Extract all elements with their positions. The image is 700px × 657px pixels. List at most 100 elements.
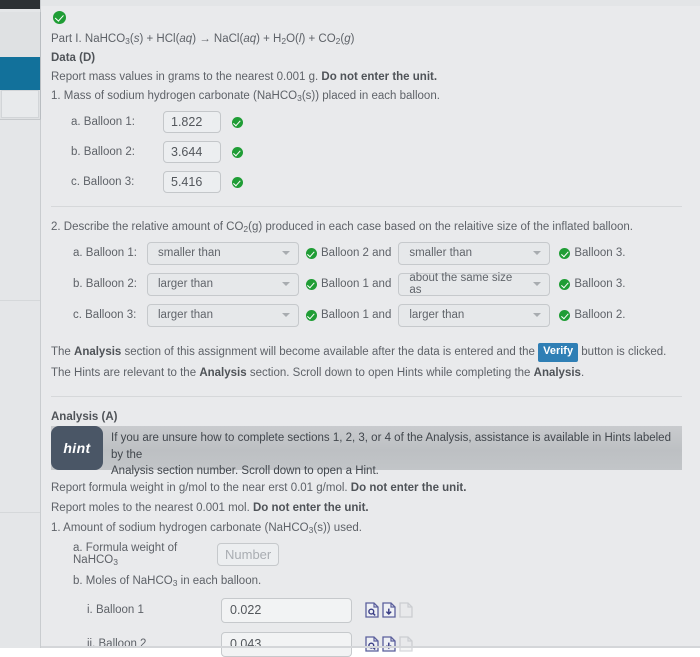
select-balloon-3-compare-1[interactable]: larger than bbox=[147, 303, 299, 327]
instr1-bold: Do not enter the unit. bbox=[350, 482, 467, 495]
comparison-mid-text: Balloon 1 and bbox=[306, 309, 391, 321]
hint-badge[interactable]: hint bbox=[51, 426, 103, 471]
moles-row: ii. Balloon 2 0.043 bbox=[51, 631, 682, 657]
comparison-mid-text: Balloon 1 and bbox=[306, 278, 391, 290]
mass-input-balloon-1[interactable]: 1.822 bbox=[163, 111, 221, 134]
mass-row-label: c. Balloon 3: bbox=[71, 176, 135, 189]
green-check-icon bbox=[306, 278, 317, 290]
chevron-down-icon bbox=[533, 282, 542, 287]
mid-label: Balloon 2 and bbox=[321, 247, 392, 260]
part-label: Part I. bbox=[51, 33, 82, 45]
select-value: about the same size as bbox=[409, 272, 513, 297]
formula-weight-input[interactable]: Number bbox=[217, 543, 279, 567]
moles-row-label: ii. Balloon 2 bbox=[87, 638, 147, 651]
notice-l1-c: section of this assignment will become a… bbox=[121, 345, 539, 358]
green-check-icon bbox=[232, 146, 243, 158]
mass-row: a. Balloon 1: 1.822 bbox=[51, 111, 682, 134]
green-check-icon bbox=[559, 247, 571, 259]
part-equation: Part I. NaHCO3(s) + HCl(aq) → NaCl(aq) +… bbox=[51, 33, 355, 46]
verify-button-badge[interactable]: Verify bbox=[538, 342, 579, 362]
moles-prompt: b. Moles of NaHCO3 in each balloon. bbox=[51, 573, 682, 590]
formula-weight-row: a. Formula weight of NaHCO3 Number bbox=[51, 542, 682, 567]
select-balloon-2-compare-1[interactable]: larger than bbox=[147, 272, 299, 296]
select-value: larger than bbox=[158, 309, 213, 322]
comparison-end-text: Balloon 3. bbox=[559, 247, 626, 260]
sub-2b: 2 bbox=[335, 35, 341, 46]
select-value: smaller than bbox=[409, 247, 472, 260]
select-value: larger than bbox=[158, 278, 213, 291]
notice-line-2: The Hints are relevant to the Analysis s… bbox=[51, 365, 682, 382]
formula-weight-label: a. Formula weight of NaHCO3 bbox=[51, 542, 217, 567]
green-check-icon bbox=[559, 309, 571, 321]
moles-input-balloon-2[interactable]: 0.043 bbox=[221, 631, 352, 657]
end-label: Balloon 2. bbox=[574, 309, 626, 322]
green-check-icon bbox=[306, 247, 317, 259]
chevron-down-icon bbox=[282, 313, 290, 318]
mass-row: c. Balloon 3: 5.416 bbox=[51, 171, 682, 194]
section-divider bbox=[51, 206, 682, 208]
end-label: Balloon 3. bbox=[574, 247, 626, 260]
comparison-row: c. Balloon 3: larger than Balloon 1 and … bbox=[51, 303, 682, 327]
mid-label: Balloon 1 and bbox=[321, 309, 392, 322]
mass-row-label: b. Balloon 2: bbox=[71, 146, 135, 159]
q1-pre: 1. Mass of sodium hydrogen carbonate (Na… bbox=[51, 90, 298, 103]
doc-download-icon[interactable] bbox=[382, 602, 396, 618]
notice-l2-e: . bbox=[580, 366, 585, 379]
moles-row-icons bbox=[365, 636, 413, 652]
select-value: smaller than bbox=[158, 247, 221, 260]
mass-rows: a. Balloon 1: 1.822 b. Balloon 2: 3.644 … bbox=[51, 111, 682, 194]
sub-3: 3 bbox=[125, 35, 130, 46]
question-2-prompt: 2. Describe the relative amount of CO2(g… bbox=[51, 219, 682, 236]
notice-l1-a: The bbox=[51, 345, 75, 358]
comparison-end-text: Balloon 2. bbox=[559, 309, 626, 322]
doc-download-icon[interactable] bbox=[382, 636, 396, 652]
content-top-strip bbox=[41, 0, 700, 6]
comparison-row: a. Balloon 1: smaller than Balloon 2 and… bbox=[51, 241, 682, 265]
green-check-icon bbox=[306, 309, 317, 321]
doc-search-icon[interactable] bbox=[365, 602, 379, 618]
moles-pre: b. Moles of NaHCO bbox=[73, 575, 173, 588]
hint-line-2: Analysis section number. Scroll down to … bbox=[111, 464, 379, 477]
analysis-question-1-prompt: 1. Amount of sodium hydrogen carbonate (… bbox=[51, 520, 682, 537]
assignment-page: Part I. NaHCO3(s) + HCl(aq) → NaCl(aq) +… bbox=[0, 0, 700, 657]
mass-instruction: Report mass values in grams to the neare… bbox=[51, 69, 682, 86]
moles-row-label: i. Balloon 1 bbox=[87, 604, 144, 617]
doc-blank-icon bbox=[399, 602, 413, 618]
moles-instruction: Report moles to the nearest 0.001 mol. D… bbox=[51, 500, 682, 517]
select-balloon-1-compare-1[interactable]: smaller than bbox=[147, 241, 299, 265]
hint-line-1: If you are unsure how to complete sectio… bbox=[111, 432, 671, 461]
mass-input-balloon-2[interactable]: 3.644 bbox=[163, 141, 221, 164]
mass-input-balloon-3[interactable]: 5.416 bbox=[163, 171, 221, 194]
green-check-icon bbox=[559, 278, 571, 290]
fw-label-sub: 3 bbox=[113, 557, 118, 568]
select-balloon-1-compare-2[interactable]: smaller than bbox=[398, 241, 551, 265]
comparison-mid-text: Balloon 2 and bbox=[306, 247, 391, 259]
chevron-down-icon bbox=[282, 282, 290, 287]
moles-row-icons bbox=[365, 602, 413, 618]
sidebar-divider bbox=[0, 300, 40, 301]
sidebar-divider bbox=[0, 512, 40, 513]
select-balloon-3-compare-2[interactable]: larger than bbox=[398, 303, 551, 327]
question-1-prompt: 1. Mass of sodium hydrogen carbonate (Na… bbox=[51, 88, 682, 105]
doc-search-icon[interactable] bbox=[365, 636, 379, 652]
instr1-plain: Report formula weight in g/mol to the ne… bbox=[51, 482, 351, 495]
notice-l2-d: Analysis bbox=[533, 366, 581, 379]
comparison-row-label: c. Balloon 3: bbox=[73, 309, 137, 322]
moles-row: i. Balloon 1 0.022 bbox=[51, 597, 682, 623]
instr2-plain: Report moles to the nearest 0.001 mol. bbox=[51, 501, 253, 514]
section-verified-row bbox=[53, 10, 682, 28]
moles-input-balloon-1[interactable]: 0.022 bbox=[221, 597, 352, 623]
notice-l2-a: The Hints are relevant to the bbox=[51, 366, 200, 379]
aq1-pre: 1. Amount of sodium hydrogen carbonate (… bbox=[51, 521, 309, 534]
comparison-end-text: Balloon 3. bbox=[559, 278, 626, 290]
mass-instruction-plain: Report mass values in grams to the neare… bbox=[51, 70, 319, 83]
sidebar-item-secondary[interactable] bbox=[1, 90, 39, 118]
q1-post: (s)) placed in each balloon. bbox=[301, 90, 440, 103]
select-balloon-2-compare-2[interactable]: about the same size as bbox=[398, 272, 551, 297]
data-section-heading: Data (D) bbox=[51, 51, 96, 64]
aq1-post: (s)) used. bbox=[313, 521, 362, 534]
sidebar-item-active[interactable] bbox=[0, 57, 40, 90]
formula-weight-instruction: Report formula weight in g/mol to the ne… bbox=[51, 480, 682, 497]
mass-row: b. Balloon 2: 3.644 bbox=[51, 141, 682, 164]
main-content: Part I. NaHCO3(s) + HCl(aq) → NaCl(aq) +… bbox=[41, 0, 700, 657]
